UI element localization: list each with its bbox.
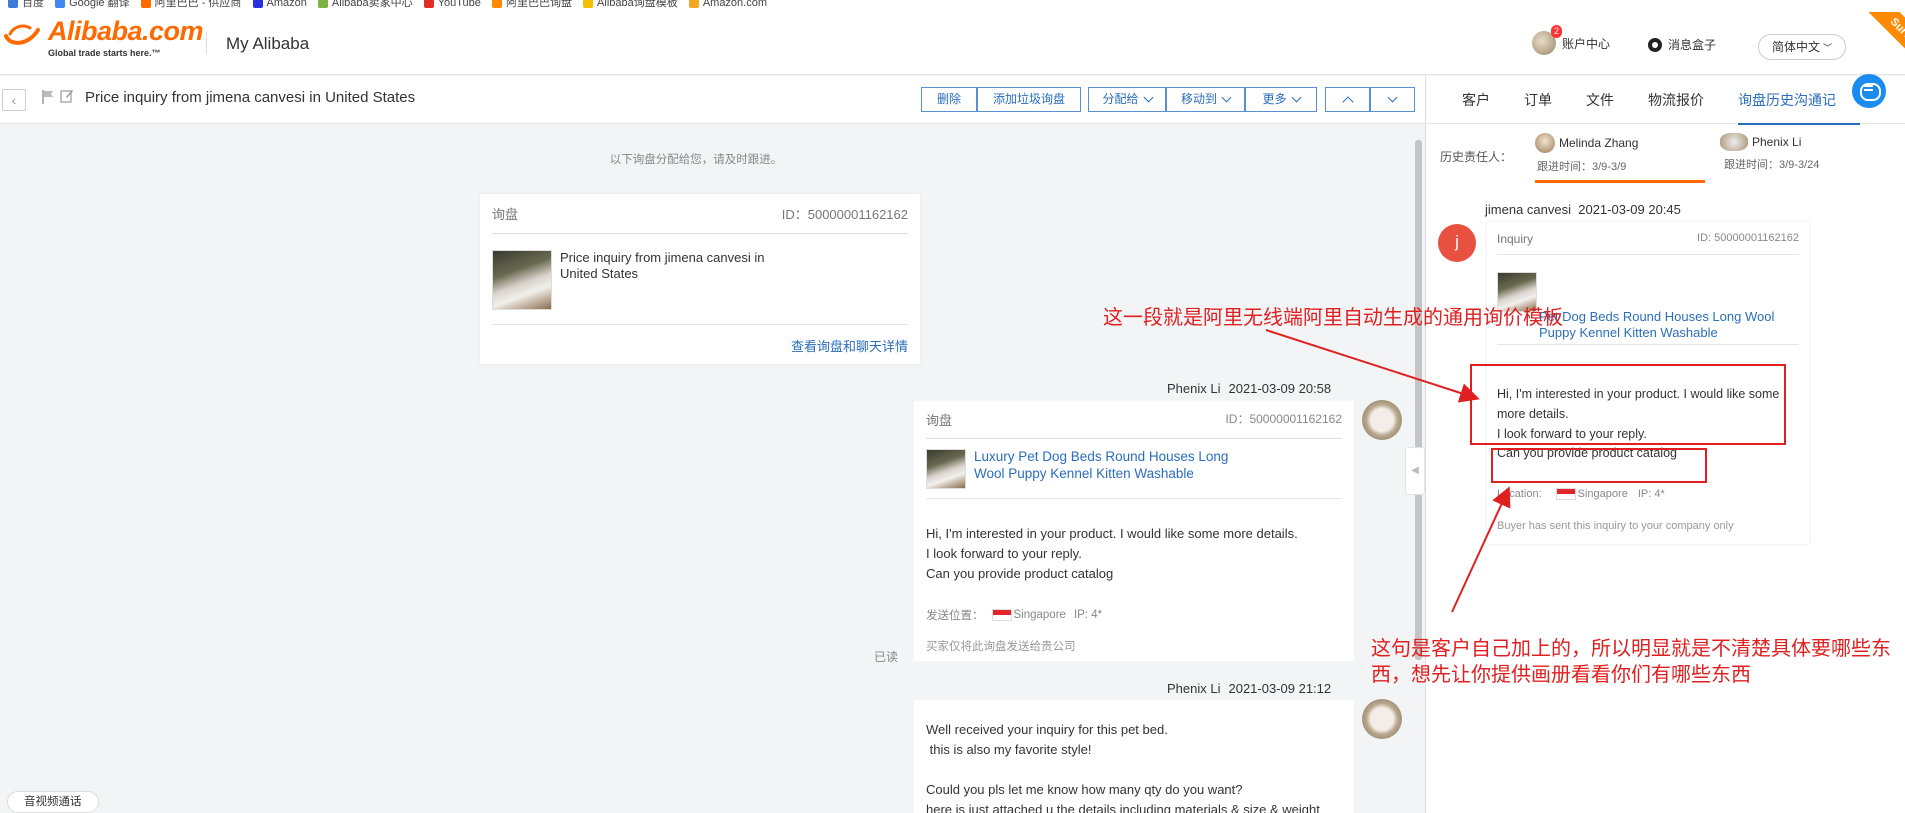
annotation-arrows	[1265, 329, 1511, 613]
annotation-template-note: 这一段就是阿里无线端阿里自动生成的通用询价模板	[1103, 307, 1563, 329]
annotation-arrow-custom	[1451, 486, 1511, 613]
annotation-arrow-template	[1265, 329, 1480, 403]
annotation-custom-note: 这句是客户自己加上的，所以明显就是不清楚具体要哪些东 西，想先让你提供画册看看你…	[1371, 638, 1891, 686]
